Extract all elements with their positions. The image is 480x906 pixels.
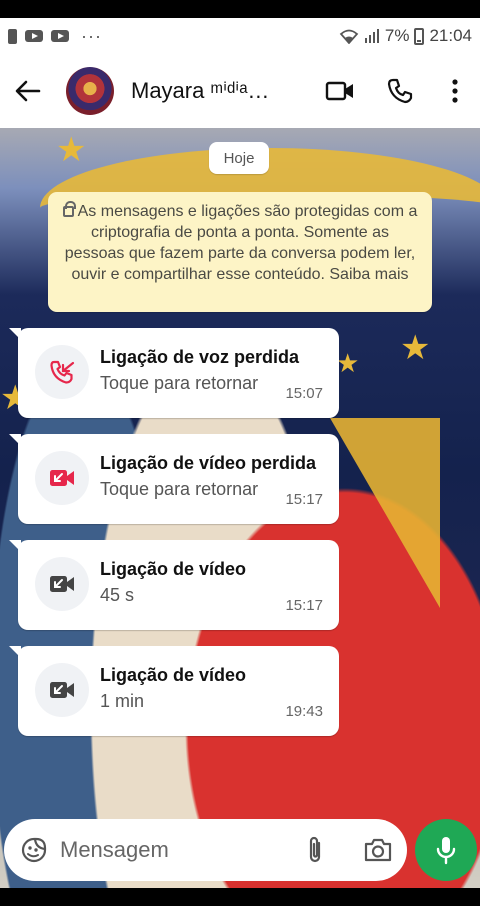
- chat-area[interactable]: ★ ★ ★ ★ Hoje As mensagens e ligações são…: [0, 128, 480, 888]
- clock: 21:04: [429, 26, 472, 45]
- top-bezel: [0, 0, 480, 18]
- call-subtitle: 1 min: [100, 691, 145, 711]
- call-subtitle: Toque para retornar: [100, 373, 259, 393]
- bottom-bezel: [0, 888, 480, 906]
- youtube-icon: [25, 30, 43, 42]
- call-log-bubble[interactable]: Ligação de vídeo 1 min 19:43: [9, 646, 339, 736]
- voice-message-button[interactable]: [415, 819, 477, 881]
- lock-icon: [62, 201, 76, 217]
- video-call-icon: [50, 576, 74, 592]
- mic-icon: [436, 837, 456, 865]
- sticker-button[interactable]: [8, 824, 60, 876]
- video-call-icon: [50, 682, 74, 698]
- missed-video-call-icon: [50, 470, 74, 486]
- call-title: Ligação de vídeo: [100, 665, 247, 685]
- encryption-text: As mensagens e ligações são protegidas c…: [64, 203, 418, 283]
- youtube-icon: [51, 30, 69, 42]
- video-call-button[interactable]: [310, 63, 370, 119]
- encryption-notice[interactable]: As mensagens e ligações são protegidas c…: [48, 192, 432, 312]
- call-time: 15:07: [285, 385, 323, 402]
- camera-button[interactable]: [352, 824, 404, 876]
- notification-icon: [8, 28, 17, 44]
- contact-avatar[interactable]: [66, 67, 114, 115]
- battery-icon: [414, 27, 425, 45]
- call-title: Ligação de vídeo perdida: [100, 453, 317, 473]
- call-log-bubble[interactable]: Ligação de vídeo perdida Toque para reto…: [9, 434, 339, 524]
- sticker-icon: [21, 837, 47, 863]
- wallpaper-star: ★: [400, 329, 431, 367]
- message-composer: [4, 819, 407, 881]
- contact-name[interactable]: Mayara ᵐⁱᵈⁱᵃ…: [131, 78, 281, 104]
- wallpaper-star: ★: [56, 131, 87, 169]
- attach-button[interactable]: [292, 824, 338, 876]
- wallpaper-star: ★: [336, 348, 360, 378]
- call-log-bubble[interactable]: Ligação de vídeo 45 s 15:17: [9, 540, 339, 630]
- overflow-menu-icon: [452, 79, 458, 103]
- chat-header: Mayara ᵐⁱᵈⁱᵃ…: [0, 54, 480, 128]
- call-time: 15:17: [285, 491, 323, 508]
- attach-icon: [309, 836, 321, 863]
- signal-icon: [364, 29, 379, 43]
- call-subtitle: Toque para retornar: [100, 479, 259, 499]
- call-title: Ligação de voz perdida: [100, 347, 300, 367]
- voice-call-icon: [387, 78, 413, 104]
- overflow-menu-button[interactable]: [430, 63, 480, 119]
- camera-icon: [364, 838, 392, 862]
- date-separator: Hoje: [209, 142, 269, 174]
- missed-voice-call-icon: [50, 360, 75, 384]
- video-call-icon: [325, 81, 353, 101]
- status-bar: ··· 7% 21:04: [0, 18, 480, 54]
- message-input[interactable]: [60, 837, 280, 863]
- call-time: 15:17: [285, 597, 323, 614]
- wifi-icon: [339, 29, 359, 44]
- more-dots-icon: ···: [81, 25, 102, 46]
- voice-call-button[interactable]: [370, 63, 430, 119]
- wallpaper-shape: [330, 418, 440, 608]
- battery-percent: 7%: [384, 26, 410, 45]
- call-subtitle: 45 s: [100, 585, 135, 605]
- back-button[interactable]: [0, 63, 56, 119]
- call-time: 19:43: [285, 703, 323, 720]
- back-arrow-icon: [15, 80, 41, 102]
- call-log-bubble[interactable]: Ligação de voz perdida Toque para retorn…: [9, 328, 339, 418]
- call-title: Ligação de vídeo: [100, 559, 247, 579]
